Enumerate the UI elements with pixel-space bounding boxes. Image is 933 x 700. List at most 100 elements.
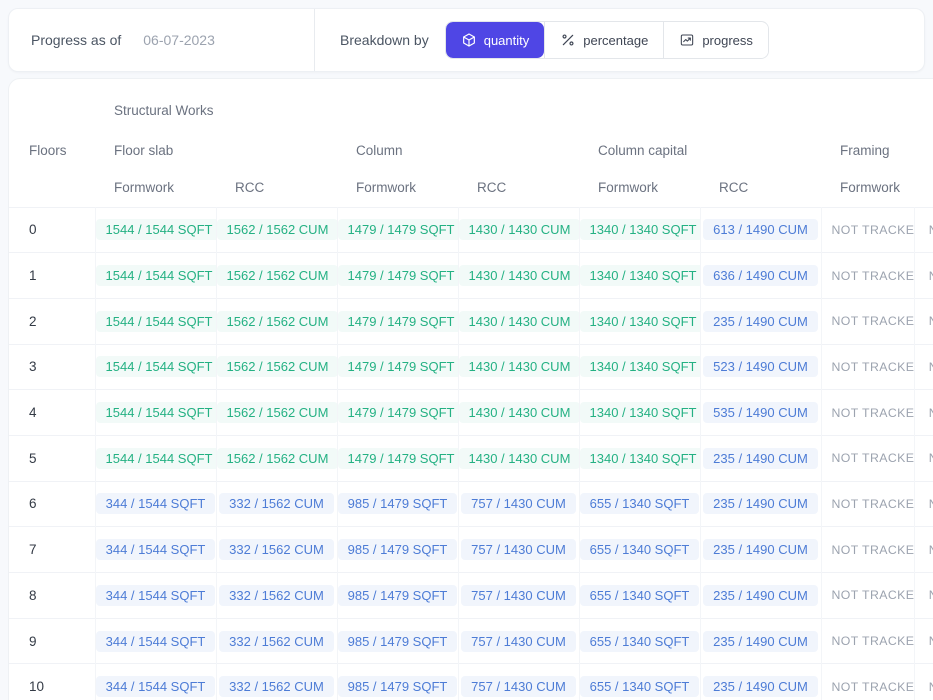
value-cell: 985 / 1479 SQFT [336,618,458,664]
table-row: 2 1544 / 1544 SQFT 1562 / 1562 CUM 1479 / 1… [9,298,933,345]
table-row: 8 344 / 1544 SQFT 332 / 1562 CUM 985 / 1479… [9,572,933,619]
progress-value: 1430 / 1430 CUM [459,265,579,287]
value-cell: 985 / 1479 SQFT [336,572,458,619]
value-cell: 1430 / 1430 CUM [457,435,579,482]
progress-value: 1340 / 1340 SQFT [580,402,700,424]
progress-value: 1430 / 1430 CUM [459,219,579,241]
value-cell: 1479 / 1479 SQFT [336,252,458,299]
value-cell: 1340 / 1340 SQFT [578,435,700,482]
value-cell: NOT TRACKED [820,663,914,700]
value-cell: 757 / 1430 CUM [457,481,579,527]
progress-value: 235 / 1490 CUM [703,584,818,606]
progress-value: 344 / 1544 SQFT [96,493,216,515]
value-cell: 1544 / 1544 SQFT [94,435,216,482]
progress-date-section: Progress as of [9,9,314,71]
progress-value: 985 / 1479 SQFT [338,630,458,652]
progress-value: NOT TRACKED [831,634,915,649]
value-cell: NOT TRACKED [913,298,933,345]
value-cell: 235 / 1490 CUM [699,526,821,573]
value-cell: 1479 / 1479 SQFT [336,344,458,390]
progress-value: 1562 / 1562 CUM [217,219,337,241]
value-cell: 757 / 1430 CUM [457,572,579,619]
progress-value: 1544 / 1544 SQFT [96,310,216,332]
progress-value: 535 / 1490 CUM [703,402,818,424]
breakdown-percentage-button[interactable]: percentage [544,22,664,58]
progress-value: 1430 / 1430 CUM [459,402,579,424]
value-cell: 1430 / 1430 CUM [457,252,579,299]
value-cell: 1544 / 1544 SQFT [94,389,216,436]
breakdown-button-label: quantity [483,32,530,48]
progress-value: 655 / 1340 SQFT [580,539,700,561]
value-cell: 1340 / 1340 SQFT [578,298,700,345]
value-cell: 1544 / 1544 SQFT [94,344,216,390]
progress-value: 985 / 1479 SQFT [338,539,458,561]
progress-value: 655 / 1340 SQFT [580,630,700,652]
value-cell: NOT TRACKED [913,389,933,436]
floor-label: 2 [29,313,37,329]
value-cell: 985 / 1479 SQFT [336,526,458,573]
table-body: 0 1544 / 1544 SQFT 1562 / 1562 CUM 1479 / 1… [9,207,933,700]
progress-value: 655 / 1340 SQFT [580,584,700,606]
progress-value: 1562 / 1562 CUM [217,402,337,424]
floor-label: 8 [29,587,37,603]
progress-value: NOT TRACKED [831,496,915,511]
progress-value: 235 / 1490 CUM [703,447,818,469]
floor-label: 4 [29,405,37,421]
progress-value: NOT TRACKED [919,677,933,697]
progress-value: NOT TRACKED [919,631,933,651]
progress-value: 235 / 1490 CUM [703,630,818,652]
floor-label: 7 [29,542,37,558]
progress-value: NOT TRACKED [919,220,933,240]
value-cell: 235 / 1490 CUM [699,663,821,700]
floor-label: 3 [29,359,37,375]
progress-value: 235 / 1490 CUM [703,493,818,515]
value-cell: 344 / 1544 SQFT [94,618,216,664]
breakdown-quantity-button[interactable]: quantity [445,22,545,58]
value-cell: 655 / 1340 SQFT [578,618,700,664]
sub-column-header: Formwork [598,180,658,196]
floor-label: 10 [29,679,45,695]
value-cell: NOT TRACKED [820,572,914,619]
progress-value: 1430 / 1430 CUM [459,310,579,332]
progress-value: 757 / 1430 CUM [461,493,576,515]
value-cell: 344 / 1544 SQFT [94,481,216,527]
progress-value: 332 / 1562 CUM [219,539,334,561]
table-row: 4 1544 / 1544 SQFT 1562 / 1562 CUM 1479 / 1… [9,389,933,436]
progress-value: 613 / 1490 CUM [703,219,818,241]
progress-value: 1544 / 1544 SQFT [96,402,216,424]
value-cell: 344 / 1544 SQFT [94,572,216,619]
value-cell: NOT TRACKED [820,252,914,299]
filters-toolbar: Progress as of Breakdown by quantity perc… [8,8,925,72]
progress-value: 523 / 1490 CUM [703,356,818,378]
progress-value: 1340 / 1340 SQFT [580,219,700,241]
column-group-header: Framing [840,142,890,158]
progress-value: 235 / 1490 CUM [703,310,818,332]
progress-value: 636 / 1490 CUM [703,265,818,287]
value-cell: 985 / 1479 SQFT [336,663,458,700]
value-cell: 1562 / 1562 CUM [215,435,337,482]
progress-value: NOT TRACKED [919,266,933,286]
percentage-icon [560,32,576,48]
value-cell: NOT TRACKED [820,618,915,664]
progress-date-input[interactable] [143,32,294,48]
value-cell: 344 / 1544 SQFT [94,526,216,573]
progress-value: 1479 / 1479 SQFT [338,310,458,332]
floor-label: 1 [29,268,37,284]
value-cell: 1544 / 1544 SQFT [94,207,216,253]
table-row: 1 1544 / 1544 SQFT 1562 / 1562 CUM 1479 / 1… [9,252,933,299]
progress-value: NOT TRACKED [831,222,915,237]
column-group-header: Floor slab [114,142,174,158]
breakdown-progress-button[interactable]: progress [663,22,768,58]
value-cell: 636 / 1490 CUM [699,252,821,299]
progress-value: 757 / 1430 CUM [461,630,576,652]
breakdown-by-label: Breakdown by [340,32,429,48]
progress-value: 757 / 1430 CUM [461,676,576,698]
progress-value: 1562 / 1562 CUM [217,265,337,287]
progress-value: 1430 / 1430 CUM [459,356,579,378]
progress-value: 1562 / 1562 CUM [217,447,337,469]
progress-value: 235 / 1490 CUM [703,676,818,698]
progress-value: 1544 / 1544 SQFT [96,265,216,287]
value-cell: 1430 / 1430 CUM [457,207,579,253]
progress-value: NOT TRACKED [831,542,915,557]
progress-value: 1544 / 1544 SQFT [96,447,216,469]
